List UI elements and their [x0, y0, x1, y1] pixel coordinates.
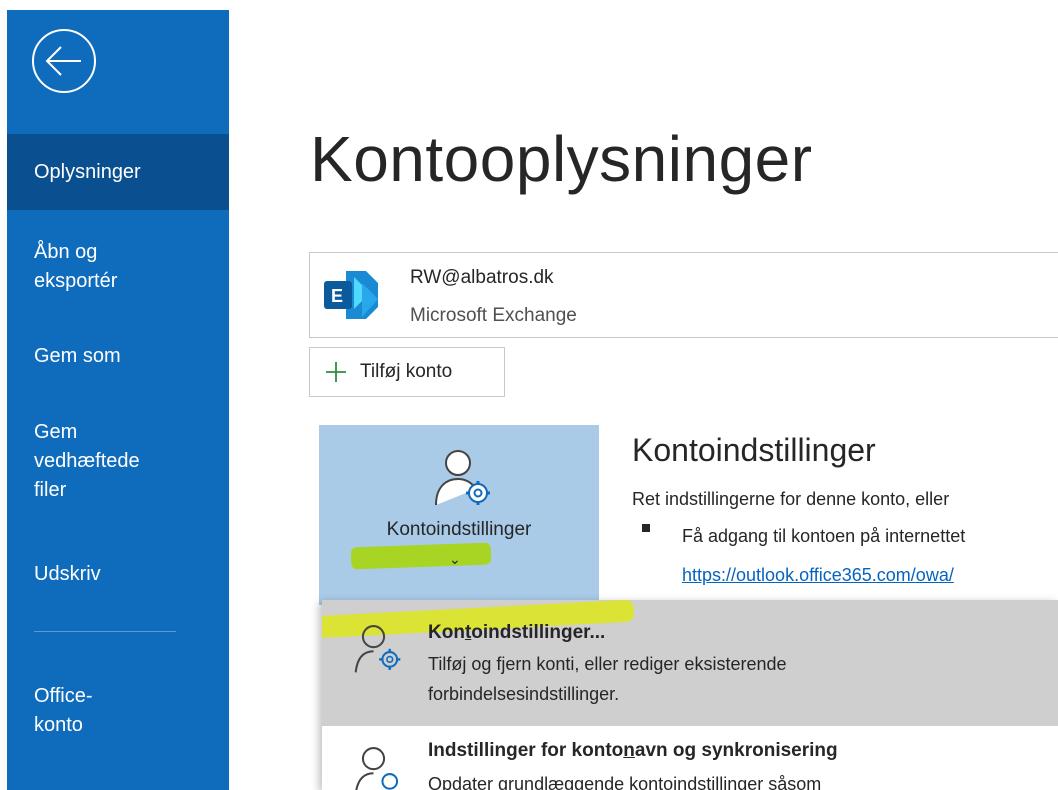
sidebar-item-label: Udskriv: [34, 563, 101, 585]
sidebar-item-office-konto[interactable]: Office- konto: [7, 682, 229, 740]
account-settings-label: Kontoindstillinger: [386, 519, 532, 540]
account-settings-dropdown: Kontoindstillinger... Tilføj og fjern ko…: [322, 600, 1058, 790]
section-title: Kontoindstillinger: [632, 432, 876, 468]
title-part: oindstillinger...: [471, 622, 606, 643]
backstage-sidebar: Oplysninger Åbn og eksportér Gem som Gem…: [7, 10, 229, 790]
sidebar-item-label: Office- konto: [34, 685, 93, 736]
sidebar-item-label: Oplysninger: [34, 161, 141, 183]
sidebar-item-label: Gem vedhæftede filer: [34, 421, 140, 501]
title-part: Indstillinger for konto: [428, 740, 624, 761]
menu-item-title: Kontoindstillinger...: [428, 622, 605, 644]
sidebar-item-udskriv[interactable]: Udskriv: [7, 560, 229, 589]
chevron-down-icon: ⌄: [449, 551, 461, 567]
page-title: Kontooplysninger: [310, 123, 813, 195]
owa-link[interactable]: https://outlook.office365.com/owa/: [682, 565, 954, 586]
sidebar-divider: [34, 631, 176, 632]
account-settings-icon: [354, 622, 406, 674]
section-description: Ret indstillingerne for denne konto, ell…: [632, 489, 950, 509]
menu-item-desc-line2: forbindelsesindstillinger.: [428, 684, 620, 704]
back-arrow-icon[interactable]: [31, 28, 97, 94]
top-strip: [0, 0, 1058, 10]
menu-item-account-name-sync[interactable]: Indstillinger for kontonavn og synkronis…: [322, 726, 1058, 790]
svg-text:E: E: [331, 286, 343, 306]
add-account-label: Tilføj konto: [360, 361, 453, 382]
menu-item-desc-line1: Tilføj og fjern konti, eller rediger eks…: [428, 654, 787, 674]
menu-item-account-settings[interactable]: Kontoindstillinger... Tilføj og fjern ko…: [322, 600, 1058, 726]
account-type: Microsoft Exchange: [410, 305, 577, 326]
account-settings-icon: [432, 445, 496, 509]
title-part: Kon: [428, 622, 465, 643]
bullet-text: Få adgang til kontoen på internettet: [682, 526, 966, 546]
sidebar-item-label: Gem som: [34, 345, 121, 367]
title-accelerator: n: [623, 740, 635, 761]
exchange-logo-icon: E: [318, 263, 382, 327]
highlight-marker: [350, 542, 492, 570]
title-part: avn og synkronisering: [634, 740, 838, 761]
bullet-icon: [642, 524, 650, 532]
account-selector[interactable]: E RW@albatros.dk Microsoft Exchange: [309, 252, 1058, 338]
account-settings-button[interactable]: Kontoindstillinger ⌄: [319, 425, 599, 605]
sidebar-item-aabn-og-eksporter[interactable]: Åbn og eksportér: [7, 238, 229, 296]
sidebar-item-label: Åbn og eksportér: [34, 241, 118, 292]
add-account-button[interactable]: Tilføj konto: [309, 347, 505, 397]
account-settings-icon: [354, 744, 406, 790]
sidebar-item-gem-som[interactable]: Gem som: [7, 342, 229, 371]
sidebar-item-gem-vedhaeftede-filer[interactable]: Gem vedhæftede filer: [7, 418, 229, 505]
sidebar-item-oplysninger[interactable]: Oplysninger: [7, 134, 229, 210]
account-email: RW@albatros.dk: [410, 267, 554, 288]
menu-item-title: Indstillinger for kontonavn og synkronis…: [428, 740, 838, 762]
plus-icon: [324, 360, 348, 384]
menu-item-desc-line1: Opdater grundlæggende kontoindstillinger…: [428, 774, 822, 790]
